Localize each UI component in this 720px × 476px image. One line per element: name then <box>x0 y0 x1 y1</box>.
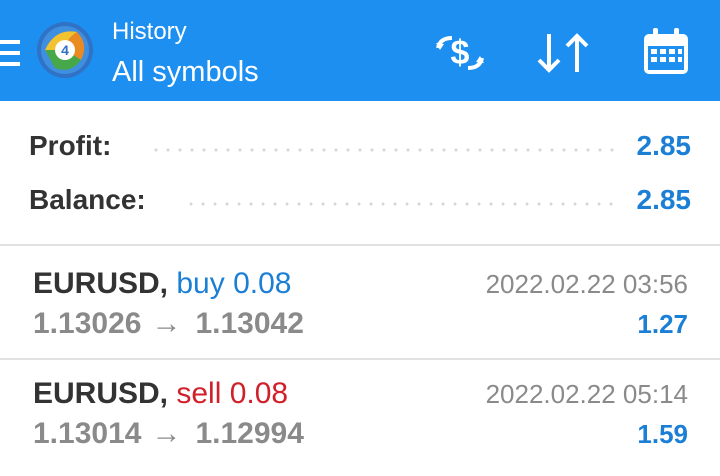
deal-row[interactable]: EURUSD, buy 0.08 2022.02.22 03:56 1.1302… <box>0 266 720 366</box>
currency-exchange-button[interactable]: $ <box>430 28 490 78</box>
sort-button[interactable] <box>533 28 593 78</box>
deal-time: 2022.02.22 03:56 <box>485 269 688 299</box>
deal-symbol: EURUSD, <box>33 377 169 410</box>
svg-text:$: $ <box>451 34 470 72</box>
calendar-icon <box>644 28 688 74</box>
deal-header: EURUSD, sell 0.08 <box>33 376 288 412</box>
balance-value: 2.85 <box>636 184 692 215</box>
profit-value: 2.85 <box>636 130 692 161</box>
deal-header: EURUSD, buy 0.08 <box>33 266 291 302</box>
arrow-right-icon: → <box>151 307 182 340</box>
divider <box>0 244 720 246</box>
metatrader-logo: 4 <box>35 20 95 80</box>
sort-icon <box>537 33 589 73</box>
dotted-leader <box>185 202 620 206</box>
currency-exchange-icon: $ <box>436 34 484 72</box>
deal-prices: 1.13026 → 1.13042 <box>33 306 304 342</box>
svg-text:4: 4 <box>61 42 69 58</box>
close-price: 1.12994 <box>195 417 304 450</box>
close-price: 1.13042 <box>195 307 304 340</box>
balance-label: Balance: <box>29 184 146 215</box>
open-price: 1.13026 <box>33 307 142 340</box>
app-bar: 4 History All symbols $ <box>0 0 720 101</box>
deal-symbol: EURUSD, <box>33 267 169 300</box>
deal-row[interactable]: EURUSD, sell 0.08 2022.02.22 05:14 1.130… <box>0 376 720 476</box>
deal-type: sell 0.08 <box>176 377 289 410</box>
deal-prices: 1.13014 → 1.12994 <box>33 416 304 452</box>
deal-type: buy 0.08 <box>176 267 292 300</box>
arrow-right-icon: → <box>151 417 182 450</box>
deal-profit: 1.27 <box>637 309 688 339</box>
calendar-button[interactable] <box>636 28 696 78</box>
balance-row: Balance: 2.85 <box>0 180 720 220</box>
dotted-leader <box>150 148 620 152</box>
symbols-filter[interactable]: All symbols <box>112 55 259 89</box>
profit-row: Profit: 2.85 <box>0 126 720 166</box>
deal-time: 2022.02.22 05:14 <box>485 379 688 409</box>
deal-profit: 1.59 <box>637 419 688 449</box>
open-price: 1.13014 <box>33 417 142 450</box>
hamburger-menu-icon[interactable] <box>0 38 20 68</box>
divider <box>0 358 720 360</box>
profit-label: Profit: <box>29 130 112 161</box>
page-title: History <box>112 18 187 45</box>
